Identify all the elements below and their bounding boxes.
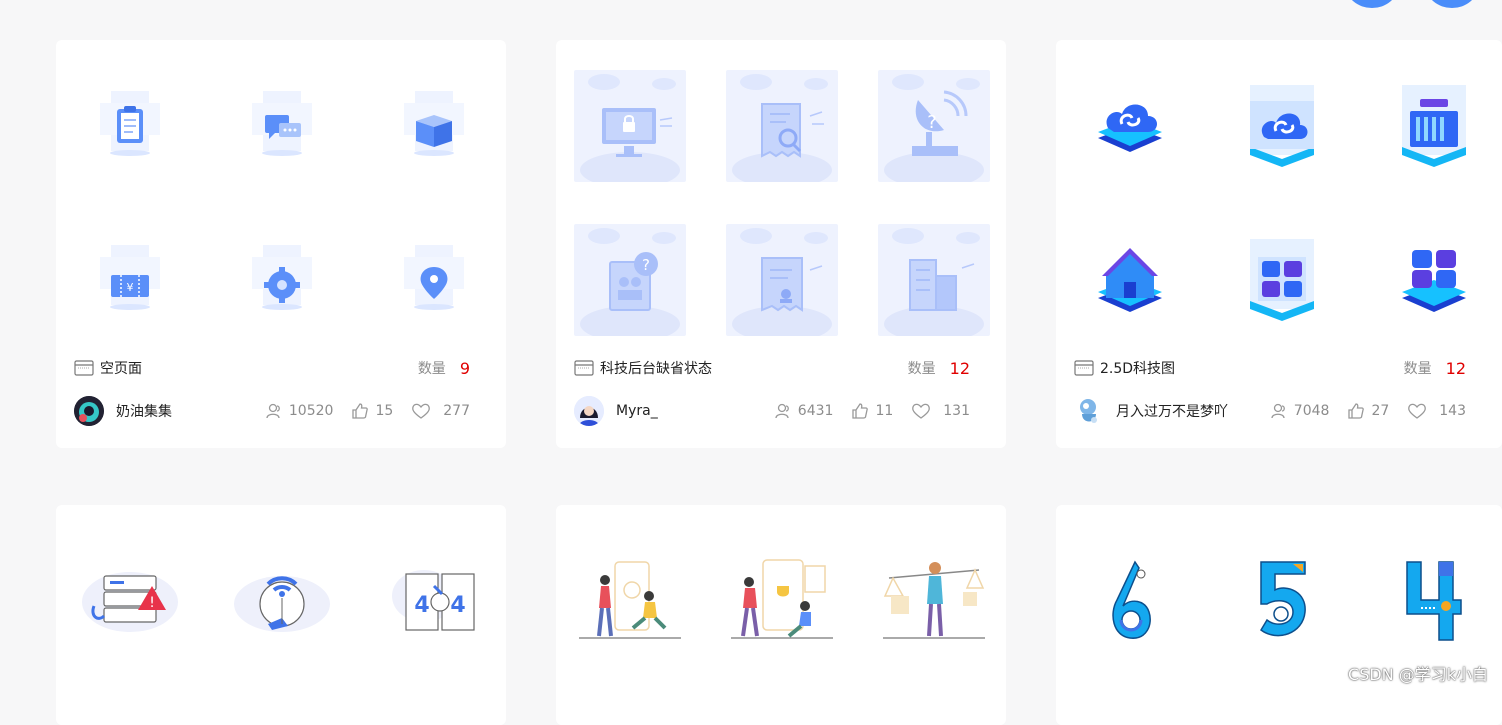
collection-card[interactable]: ¥ 空页面 数量 9 奶油集集 10520 15 277 xyxy=(56,40,506,448)
count-value: 12 xyxy=(1445,358,1466,378)
clipboard-icon xyxy=(74,70,186,182)
user-views-icon xyxy=(775,403,789,419)
svg-text:!: ! xyxy=(149,595,155,611)
collection-card[interactable] xyxy=(556,505,1006,725)
box-icon xyxy=(378,70,490,182)
count-label: 数量 xyxy=(1403,361,1432,377)
person-scale-illustration xyxy=(878,545,990,657)
number-five-illustration xyxy=(1226,545,1338,657)
404-icon: 44 xyxy=(378,545,490,657)
cloud-panel-icon xyxy=(1226,70,1338,182)
views-stat: 7048 xyxy=(1270,402,1329,420)
document-search-icon xyxy=(726,70,838,182)
count-value: 9 xyxy=(459,358,470,378)
views-stat: 6431 xyxy=(774,402,833,420)
likes-stat[interactable]: 15 xyxy=(351,402,393,420)
avatar[interactable] xyxy=(1074,396,1104,426)
likes-stat[interactable]: 27 xyxy=(1347,402,1389,420)
folder-icon xyxy=(574,360,594,376)
people-phone-illustration xyxy=(574,545,686,657)
collection-card[interactable] xyxy=(1056,505,1502,725)
watermark: CSDN @学习k小白 xyxy=(1348,665,1488,684)
floating-action-button[interactable] xyxy=(1346,0,1398,8)
building-icon xyxy=(878,224,990,336)
svg-text:?: ? xyxy=(927,112,937,133)
server-rack-icon xyxy=(1378,70,1490,182)
heart-icon xyxy=(412,403,431,419)
certificate-icon xyxy=(726,224,838,336)
locked-monitor-icon xyxy=(574,70,686,182)
count-label: 数量 xyxy=(417,361,446,377)
broken-wifi-globe-icon xyxy=(226,545,338,657)
house-icon xyxy=(1074,224,1186,336)
collection-title[interactable]: 科技后台缺省状态 xyxy=(600,358,908,378)
thumbs-up-icon xyxy=(352,403,369,419)
favorites-stat[interactable]: 131 xyxy=(911,402,970,420)
grid-panel-icon xyxy=(1226,224,1338,336)
folder-icon xyxy=(74,360,94,376)
favorites-stat[interactable]: 143 xyxy=(1407,402,1466,420)
floating-action-button[interactable] xyxy=(1426,0,1478,8)
favorites-stat[interactable]: 277 xyxy=(411,402,470,420)
count-value: 12 xyxy=(949,358,970,378)
svg-text:4: 4 xyxy=(414,593,429,618)
heart-icon xyxy=(912,403,931,419)
satellite-dish-icon: ? xyxy=(878,70,990,182)
count-label: 数量 xyxy=(907,361,936,377)
avatar[interactable] xyxy=(574,396,604,426)
server-error-icon: ! xyxy=(74,545,186,657)
contacts-book-icon: ? xyxy=(574,224,686,336)
location-pin-icon xyxy=(378,224,490,336)
chat-icon xyxy=(226,70,338,182)
folder-icon xyxy=(1074,360,1094,376)
heart-icon xyxy=(1408,403,1427,419)
avatar[interactable] xyxy=(74,396,104,426)
people-trophy-illustration xyxy=(726,545,838,657)
thumbs-up-icon xyxy=(1348,403,1365,419)
collection-card[interactable]: ! 44 xyxy=(56,505,506,725)
svg-text:?: ? xyxy=(642,256,650,274)
collection-title[interactable]: 2.5D科技图 xyxy=(1100,358,1404,378)
cloud-link-icon xyxy=(1074,70,1186,182)
likes-stat[interactable]: 11 xyxy=(851,402,893,420)
collection-card[interactable]: 2.5D科技图 数量 12 月入过万不是梦吖 7048 27 143 xyxy=(1056,40,1502,448)
author-name[interactable]: Myra_ xyxy=(616,403,756,419)
user-views-icon xyxy=(266,403,280,419)
number-four-illustration xyxy=(1378,545,1490,657)
svg-text:4: 4 xyxy=(450,593,465,618)
svg-text:¥: ¥ xyxy=(127,281,134,294)
collection-title[interactable]: 空页面 xyxy=(100,358,418,378)
views-stat: 10520 xyxy=(265,402,333,420)
thumbs-up-icon xyxy=(852,403,869,419)
collection-card[interactable]: ? ? 科技后台缺省状态 数量 12 Myra_ 6431 11 131 xyxy=(556,40,1006,448)
author-name[interactable]: 奶油集集 xyxy=(116,401,247,421)
app-blocks-icon xyxy=(1378,224,1490,336)
author-name[interactable]: 月入过万不是梦吖 xyxy=(1116,401,1252,421)
number-six-illustration xyxy=(1074,545,1186,657)
user-views-icon xyxy=(1271,403,1285,419)
ticket-icon: ¥ xyxy=(74,224,186,336)
gear-icon xyxy=(226,224,338,336)
